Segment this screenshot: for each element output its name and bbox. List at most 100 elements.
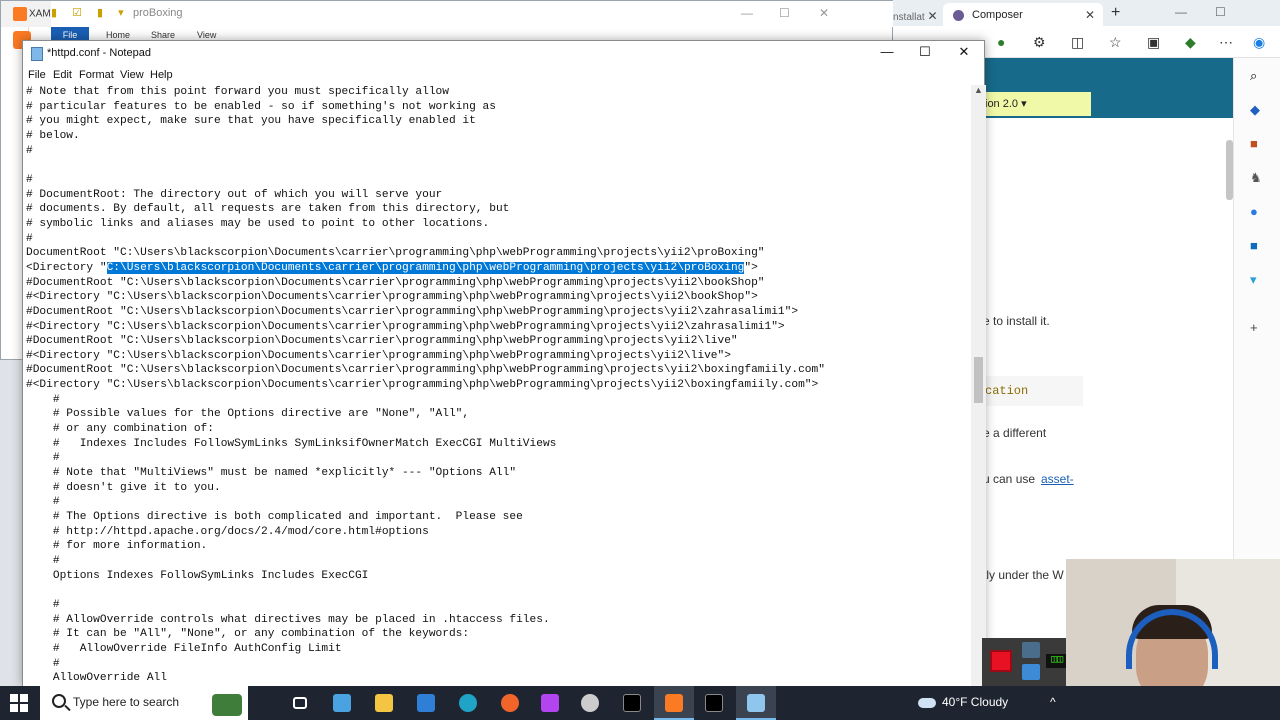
split-screen-icon[interactable]: ◫ [1071,34,1084,51]
quick-access-icons[interactable]: ▮ ☑ ▮ ▾ [51,6,130,19]
cmd-icon [705,694,723,712]
add-icon[interactable]: + [1250,320,1258,335]
body-text-4: tly under the W [983,568,1064,582]
favorites-icon[interactable]: ☆ [1109,34,1122,51]
m365-icon[interactable]: ● [1250,204,1258,219]
taskbar-cmd[interactable] [694,686,734,720]
taskbar-explorer[interactable] [364,686,404,720]
screen-recorder-widget: ◫◫ [982,638,1070,686]
notepad-window: *httpd.conf - Notepad — ☐ ✕ File Edit Fo… [22,40,986,687]
stop-record-button[interactable] [990,650,1012,672]
gear-icon [581,694,599,712]
puzzle-icon[interactable]: ⚙ [1033,34,1046,51]
menu-file[interactable]: File [28,69,46,81]
recorder-timer: ◫◫ [1046,654,1068,668]
games-icon[interactable]: ♞ [1250,170,1262,186]
editor-line: # The Options directive is both complica… [26,511,523,524]
taskbar-firefox[interactable] [490,686,530,720]
editor-line: # [26,657,60,670]
editor-line: #<Directory "C:\Users\blackscorpion\Docu… [26,379,819,392]
notepad-titlebar[interactable]: *httpd.conf - Notepad — ☐ ✕ [23,41,984,67]
editor-line: #<Directory "C:\Users\blackscorpion\Docu… [26,320,785,333]
firefox-icon [501,694,519,712]
maximize-icon[interactable]: ☐ [779,6,790,20]
asset-link[interactable]: asset- [1041,472,1074,486]
editor-line: # [26,232,33,245]
editor-line: # documents. By default, all requests ar… [26,203,510,216]
browser-tab-composer[interactable]: Composer ✕ [943,3,1103,26]
taskbar-settings[interactable] [570,686,610,720]
more-icon[interactable]: ⋯ [1219,34,1233,51]
editor-line: # for more information. [26,540,208,553]
menu-edit[interactable]: Edit [53,69,72,81]
scroll-thumb[interactable] [974,357,983,403]
search-placeholder: Type here to search [73,695,180,709]
minimize-icon[interactable]: — [867,44,907,64]
collections-icon[interactable]: ▣ [1147,34,1160,51]
browser-tab-strip: nstallat ✕ Composer ✕ + — ☐ [893,0,1280,26]
xampp-icon [13,7,27,21]
weather-widget[interactable]: 40°F Cloudy [918,695,1008,709]
browser-tab-installation[interactable]: nstallat ✕ [893,3,943,26]
maximize-icon[interactable]: ☐ [905,44,945,64]
ribbon-view-tab[interactable]: View [197,30,216,40]
ribbon-share-tab[interactable]: Share [151,30,175,40]
editor-line: <Directory "C:\Users\blackscorpion\Docum… [26,261,758,274]
edge-icon [459,694,477,712]
taskbar-store[interactable] [322,686,362,720]
body-text-3: u can use [983,472,1036,486]
menu-help[interactable]: Help [150,69,173,81]
notepad-title: *httpd.conf - Notepad [47,47,151,59]
xampp-tab-label: XAM [29,8,51,20]
taskbar-phpstorm[interactable] [530,686,570,720]
editor-line: # Possible values for the Options direct… [26,408,470,421]
xampp-window-tab[interactable]: XAM [1,1,51,27]
camera-icon[interactable] [1022,642,1040,658]
search-highlight-icon[interactable] [212,694,242,716]
editor-line: # [26,598,60,611]
search-icon[interactable]: ⌕ [1250,68,1257,84]
minimize-icon[interactable]: — [1175,5,1187,19]
editor-line: # AllowOverride controls what directives… [26,613,550,626]
taskbar-mail[interactable] [406,686,446,720]
browser-scrollbar[interactable] [1226,140,1233,200]
toolbox-icon[interactable]: ■ [1250,136,1258,151]
copilot-icon[interactable]: ◉ [1253,34,1265,51]
mail-icon [417,694,435,712]
scroll-up-icon[interactable]: ▲ [974,85,983,95]
tray-overflow-icon[interactable]: ^ [1050,695,1056,709]
new-tab-icon[interactable]: + [1111,4,1120,22]
menu-format[interactable]: Format [79,69,114,81]
extension-icon[interactable]: ● [997,34,1005,50]
drop-icon[interactable]: ▾ [1250,272,1257,288]
editor-scrollbar[interactable]: ▲ [971,85,986,687]
ribbon-home-tab[interactable]: Home [106,30,130,40]
tag-icon[interactable]: ◆ [1250,102,1260,118]
outlook-icon[interactable]: ■ [1250,238,1258,253]
start-button[interactable] [10,694,28,712]
maximize-icon[interactable]: ☐ [1215,5,1226,19]
pause-icon[interactable] [1022,664,1040,680]
editor-line: # you might expect, make sure that you h… [26,115,476,128]
taskbar-terminal[interactable] [612,686,652,720]
explorer-title: proBoxing [133,7,183,19]
editor-line: # [26,173,33,186]
close-icon[interactable]: ✕ [1085,8,1095,22]
notepad-icon [31,47,43,61]
editor-line: Options Indexes FollowSymLinks Includes … [26,569,369,582]
menu-view[interactable]: View [120,69,144,81]
editor-line: #DocumentRoot "C:\Users\blackscorpion\Do… [26,276,765,289]
text-editor-area[interactable]: # Note that from this point forward you … [23,85,971,687]
taskbar-notepad[interactable] [736,686,776,720]
minimize-icon[interactable]: — [741,6,753,20]
editor-line: # Indexes Includes FollowSymLinks SymLin… [26,437,557,450]
editor-line: # symbolic links and aliases may be used… [26,217,490,230]
version-dropdown[interactable]: ion 2.0 ▾ [983,92,1091,116]
close-icon[interactable]: ✕ [944,44,984,64]
close-icon[interactable]: ✕ [927,9,937,23]
close-icon[interactable]: ✕ [819,6,829,20]
shield-icon[interactable]: ◆ [1185,34,1196,51]
taskbar-xampp[interactable] [654,686,694,720]
task-view-button[interactable] [280,686,320,720]
taskbar-edge[interactable] [448,686,488,720]
